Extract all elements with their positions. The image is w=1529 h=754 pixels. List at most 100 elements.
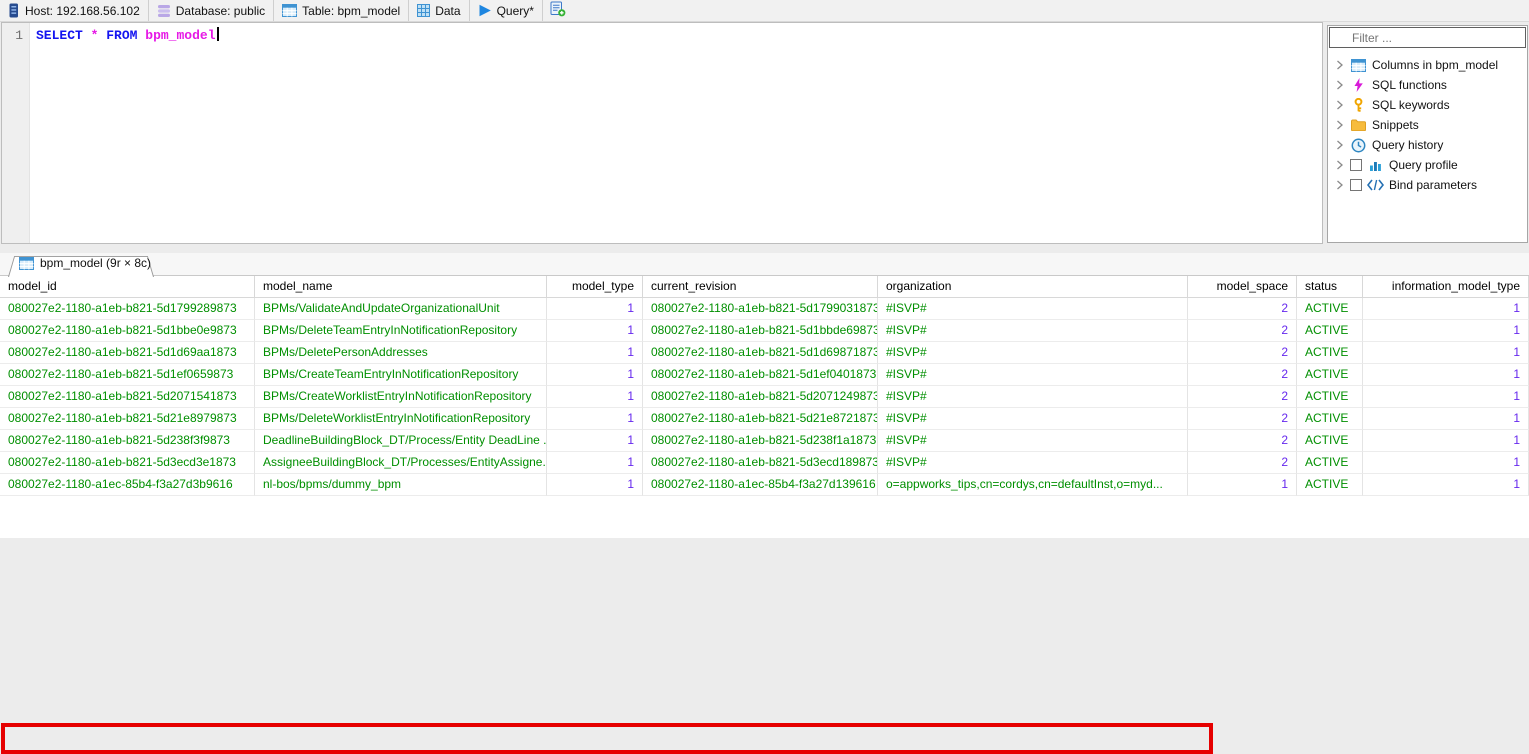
cell-model_space: 1 (1188, 474, 1297, 496)
sidebar-item-query-profile[interactable]: Query profile (1328, 155, 1527, 175)
chevron-right-icon[interactable] (1335, 160, 1345, 170)
column-header-current_revision[interactable]: current_revision (643, 276, 878, 298)
cell-model_name: BPMs/CreateWorklistEntryInNotificationRe… (255, 386, 547, 408)
cell-information_model_type: 1 (1363, 408, 1529, 430)
new-query-icon (550, 1, 566, 20)
sidebar-item-sql-functions[interactable]: SQL functions (1328, 75, 1527, 95)
sidebar-item-sql-keywords[interactable]: SQL keywords (1328, 95, 1527, 115)
table-row[interactable]: 080027e2-1180-a1eb-b821-5d238f3f9873 Dead… (0, 430, 1529, 452)
grid-icon (417, 4, 431, 17)
table-row[interactable]: 080027e2-1180-a1eb-b821-5d1d69aa1873 BPMs… (0, 342, 1529, 364)
cell-information_model_type: 1 (1363, 298, 1529, 320)
cell-status: ACTIVE (1297, 430, 1363, 452)
results-tab[interactable]: bpm_model (9r × 8c) (8, 253, 154, 277)
table-row[interactable]: 080027e2-1180-a1ec-85b4-f3a27d3b9616 nl-b… (0, 474, 1529, 496)
cell-status: ACTIVE (1297, 298, 1363, 320)
line-number: 1 (15, 28, 23, 43)
sidebar-item-columns[interactable]: Columns in bpm_model (1328, 55, 1527, 75)
cell-information_model_type: 1 (1363, 320, 1529, 342)
cell-model_name: BPMs/DeleteTeamEntryInNotificationReposi… (255, 320, 547, 342)
cell-model_id: 080027e2-1180-a1eb-b821-5d21e8979873 (0, 408, 255, 430)
assistant-tree: Columns in bpm_model SQL functions SQL k… (1328, 49, 1527, 195)
cell-status: ACTIVE (1297, 386, 1363, 408)
chevron-right-icon[interactable] (1335, 120, 1345, 130)
chevron-right-icon[interactable] (1335, 140, 1345, 150)
cell-organization: #ISVP# (878, 298, 1188, 320)
cell-status: ACTIVE (1297, 408, 1363, 430)
filter-input[interactable] (1352, 28, 1525, 47)
cell-information_model_type: 1 (1363, 452, 1529, 474)
cell-model_id: 080027e2-1180-a1ec-85b4-f3a27d3b9616 (0, 474, 255, 496)
table-row[interactable]: 080027e2-1180-a1eb-b821-5d1ef0659873 BPMs… (0, 364, 1529, 386)
cell-model_type: 1 (547, 298, 643, 320)
toolbar-item-table[interactable]: Table: bpm_model (274, 0, 410, 21)
sidebar-item-bind-parameters[interactable]: Bind parameters (1328, 175, 1527, 195)
column-header-organization[interactable]: organization (878, 276, 1188, 298)
column-header-model_id[interactable]: model_id (0, 276, 255, 298)
cell-model_name: BPMs/ValidateAndUpdateOrganizationalUnit (255, 298, 547, 320)
toolbar-item-data[interactable]: Data (409, 0, 470, 21)
clock-icon (1350, 138, 1367, 153)
table-row[interactable]: 080027e2-1180-a1eb-b821-5d21e8979873 BPMs… (0, 408, 1529, 430)
results-tab-label: bpm_model (9r × 8c) (40, 256, 152, 270)
cell-model_id: 080027e2-1180-a1eb-b821-5d1ef0659873 (0, 364, 255, 386)
cell-organization: #ISVP# (878, 320, 1188, 342)
toolbar-item-host[interactable]: Host: 192.168.56.102 (0, 0, 149, 21)
column-header-model_type[interactable]: model_type (547, 276, 643, 298)
cell-model_id: 080027e2-1180-a1eb-b821-5d3ecd3e1873 (0, 452, 255, 474)
grid-body: 080027e2-1180-a1eb-b821-5d1799289873 BPMs… (0, 298, 1529, 496)
table-row[interactable]: 080027e2-1180-a1eb-b821-5d1799289873 BPMs… (0, 298, 1529, 320)
results-panel: bpm_model (9r × 8c) model_id model_name mo… (0, 253, 1529, 754)
sidebar-item-query-history[interactable]: Query history (1328, 135, 1527, 155)
cell-model_type: 1 (547, 474, 643, 496)
sidebar-item-snippets[interactable]: Snippets (1328, 115, 1527, 135)
editor-gutter: 1 (2, 23, 30, 243)
cell-model_type: 1 (547, 408, 643, 430)
chevron-right-icon[interactable] (1335, 180, 1345, 190)
cell-model_space: 2 (1188, 386, 1297, 408)
cell-model_type: 1 (547, 364, 643, 386)
table-row[interactable]: 080027e2-1180-a1eb-b821-5d2071541873 BPMs… (0, 386, 1529, 408)
cell-model_id: 080027e2-1180-a1eb-b821-5d1bbe0e9873 (0, 320, 255, 342)
column-header-model_name[interactable]: model_name (255, 276, 547, 298)
table-row[interactable]: 080027e2-1180-a1eb-b821-5d1bbe0e9873 BPMs… (0, 320, 1529, 342)
new-query-button[interactable] (543, 0, 573, 21)
text-cursor (216, 27, 219, 41)
cell-model_type: 1 (547, 430, 643, 452)
cell-organization: #ISVP# (878, 386, 1188, 408)
highlight-rectangle (1, 723, 1213, 754)
sql-keyword-from: FROM (106, 28, 138, 43)
chevron-right-icon[interactable] (1335, 60, 1345, 70)
cell-current_revision: 080027e2-1180-a1eb-b821-5d238f1a1873 (643, 430, 878, 452)
toolbar-item-database[interactable]: Database: public (149, 0, 275, 21)
column-header-information_model_type[interactable]: information_model_type (1363, 276, 1529, 298)
cell-organization: o=appworks_tips,cn=cordys,cn=defaultInst… (878, 474, 1188, 496)
table-icon (282, 4, 298, 17)
filter-box (1329, 27, 1526, 48)
table-icon (18, 256, 35, 270)
sql-editor[interactable]: 1 SELECT * FROM bpm_model (1, 22, 1323, 244)
cell-model_id: 080027e2-1180-a1eb-b821-5d1799289873 (0, 298, 255, 320)
chevron-right-icon[interactable] (1335, 100, 1345, 110)
cell-model_space: 2 (1188, 430, 1297, 452)
chevron-right-icon[interactable] (1335, 80, 1345, 90)
assistant-panel: Columns in bpm_model SQL functions SQL k… (1327, 25, 1528, 243)
checkbox[interactable] (1350, 179, 1362, 191)
table-row[interactable]: 080027e2-1180-a1eb-b821-5d3ecd3e1873 Assi… (0, 452, 1529, 474)
cell-information_model_type: 1 (1363, 474, 1529, 496)
toolbar-item-query[interactable]: Query* (470, 0, 543, 21)
cell-current_revision: 080027e2-1180-a1eb-b821-5d1bbde69873 (643, 320, 878, 342)
cell-model_type: 1 (547, 342, 643, 364)
column-header-status[interactable]: status (1297, 276, 1363, 298)
connection-toolbar: Host: 192.168.56.102 Database: public Ta… (0, 0, 1529, 22)
sql-table-name: bpm_model (145, 28, 216, 43)
cell-model_id: 080027e2-1180-a1eb-b821-5d2071541873 (0, 386, 255, 408)
cell-model_space: 2 (1188, 298, 1297, 320)
lightning-icon (1350, 78, 1367, 92)
database-icon (157, 4, 171, 18)
column-header-model_space[interactable]: model_space (1188, 276, 1297, 298)
checkbox[interactable] (1350, 159, 1362, 171)
cell-information_model_type: 1 (1363, 386, 1529, 408)
cell-current_revision: 080027e2-1180-a1eb-b821-5d3ecd189873 (643, 452, 878, 474)
code-icon (1367, 179, 1384, 191)
